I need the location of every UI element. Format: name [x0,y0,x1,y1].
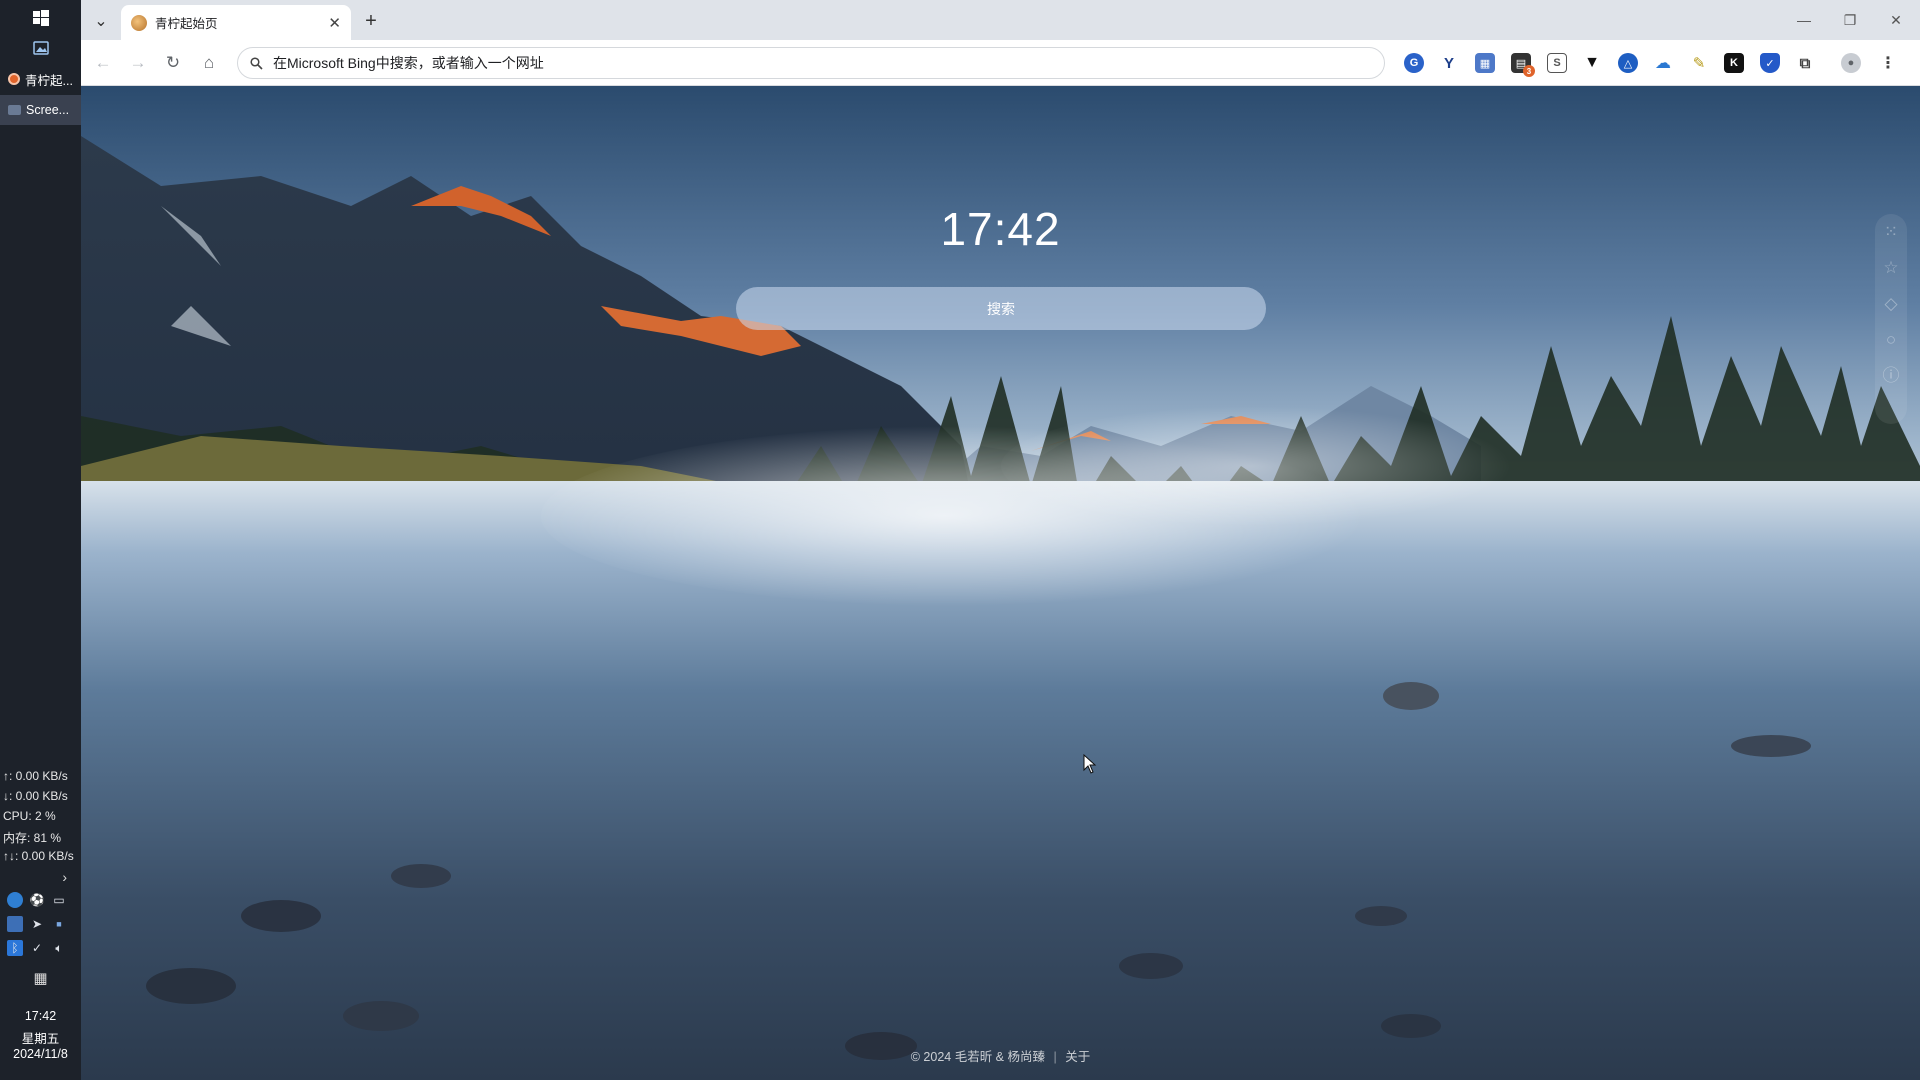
grid-extension-icon[interactable]: ▦ [1475,53,1495,73]
s-extension-icon[interactable]: S [1547,53,1567,73]
volume-tray-icon[interactable]: 🔈︎ [51,940,67,956]
minimize-icon[interactable]: — [1781,0,1827,40]
pointer-tray-icon[interactable]: ➤ [29,916,45,932]
pen-extension-icon[interactable]: ✎ [1689,53,1709,73]
right-side-toolbar: ⁙ ☆ ◇ ○ ⓘ [1875,214,1907,424]
edge-tray-icon[interactable] [7,892,23,908]
bluetooth-tray-icon[interactable]: ᛒ [7,940,23,956]
football-tray-icon[interactable]: ⚽ [29,892,45,908]
star-icon[interactable]: ☆ [1875,250,1907,286]
display-tray-icon[interactable]: ▭ [51,892,67,908]
windows-logo-icon [32,10,49,26]
info-icon[interactable]: ⓘ [1875,358,1907,394]
footer-about-link[interactable]: 关于 [1065,1050,1090,1064]
screenshot-icon [8,105,21,115]
mouse-cursor-icon [1083,754,1097,774]
start-page: 17:42 搜索 ⁙ ☆ ◇ ○ ⓘ © 2024 毛若昕 & 杨尚臻 | 关于 [81,86,1920,1080]
taskbar-app-label: 青柠起... [25,73,73,88]
window-close-icon[interactable]: ✕ [1873,0,1919,40]
memory-usage: 内存: 81 % [3,831,62,845]
google-translate-extension-icon[interactable]: G [1404,53,1424,73]
network-tray-icon[interactable]: ✓ [29,940,45,956]
page-footer: © 2024 毛若昕 & 杨尚臻 | 关于 [81,1046,1920,1065]
qingning-icon [8,73,20,85]
footer-separator: | [1053,1050,1057,1064]
start-button[interactable] [0,5,81,31]
reload-icon[interactable]: ↻ [161,51,185,75]
y-extension-icon[interactable]: Y [1439,53,1459,73]
taskbar-clock-time[interactable]: 17:42 [0,1009,81,1023]
tab-qingning[interactable]: 青柠起始页 ✕ [121,5,351,40]
address-bar-text: 在Microsoft Bing中搜索，或者输入一个网址 [273,55,544,71]
tab-search-chevron-icon[interactable]: ⌄ [90,10,112,32]
tab-close-icon[interactable]: ✕ [328,14,341,32]
upload-speed: ↑: 0.00 KB/s [3,769,68,783]
small-tray-icon[interactable]: ■ [51,916,67,932]
shield-extension-icon[interactable]: ✓ [1760,53,1780,73]
cloud-extension-icon[interactable]: ☁ [1653,53,1673,73]
cpu-usage: CPU: 2 % [3,809,56,823]
restore-icon[interactable]: ❐ [1827,0,1873,40]
windows-taskbar: 青柠起... Scree... ↑: 0.00 KB/s ↓: 0.00 KB/… [0,0,81,1080]
system-tray: ⚽ ▭ ➤ ■ ᛒ ✓ 🔈︎ [7,892,73,956]
photos-icon[interactable] [0,36,81,60]
tab-favicon-icon [131,14,147,31]
new-tab-plus-icon[interactable]: + [360,10,382,32]
page-search-input[interactable]: 搜索 [736,287,1266,330]
home-icon[interactable]: ⌂ [197,51,221,75]
taskbar-clock-date[interactable]: 2024/11/8 [0,1047,81,1061]
browser-window: ⌄ 青柠起始页 ✕ + — ❐ ✕ ← → ↻ ⌂ 在Microsoft Bin… [81,0,1920,1080]
k-extension-icon[interactable]: K [1724,53,1744,73]
puzzle-extensions-icon[interactable]: ⧉ [1795,53,1815,73]
tag-icon[interactable]: ◇ [1875,286,1907,322]
chat-bubble-icon[interactable]: ○ [1875,322,1907,358]
footer-copyright: © 2024 毛若昕 & 杨尚臻 [910,1050,1045,1064]
more-menu-icon[interactable]: ⋮ [1878,53,1898,73]
page-clock: 17:42 [940,203,1061,255]
profile-avatar-icon[interactable]: ● [1841,53,1861,73]
taskbar-app-label: Scree... [26,103,70,117]
tab-strip: ⌄ 青柠起始页 ✕ + — ❐ ✕ [81,0,1920,40]
back-arrow-icon[interactable]: ← [91,51,115,75]
calendar-extension-icon[interactable]: ▤ 3 [1511,53,1535,77]
extension-badge: 3 [1523,65,1535,77]
app-tray-icon[interactable] [7,916,23,932]
browser-toolbar: ← → ↻ ⌂ 在Microsoft Bing中搜索，或者输入一个网址 G Y … [81,40,1920,86]
forward-arrow-icon[interactable]: → [126,51,150,75]
taskbar-app-screenshot[interactable]: Scree... [0,95,81,125]
download-speed: ↓: 0.00 KB/s [3,789,68,803]
taskbar-app-qingning[interactable]: 青柠起... [0,64,81,94]
v-extension-icon[interactable]: ▼ [1582,53,1602,73]
tab-title: 青柠起始页 [155,17,218,31]
search-icon [250,56,263,70]
address-bar[interactable]: 在Microsoft Bing中搜索，或者输入一个网址 [237,47,1385,79]
tray-expand-chevron-icon[interactable]: › [0,868,81,886]
apps-grid-icon[interactable]: ⁙ [1875,214,1907,250]
total-speed: ↑↓: 0.00 KB/s [3,849,74,863]
taskbar-clock-weekday[interactable]: 星期五 [0,1028,81,1047]
a-extension-icon[interactable]: △ [1618,53,1638,73]
keyboard-tray-icon[interactable]: ▦ [0,968,81,988]
